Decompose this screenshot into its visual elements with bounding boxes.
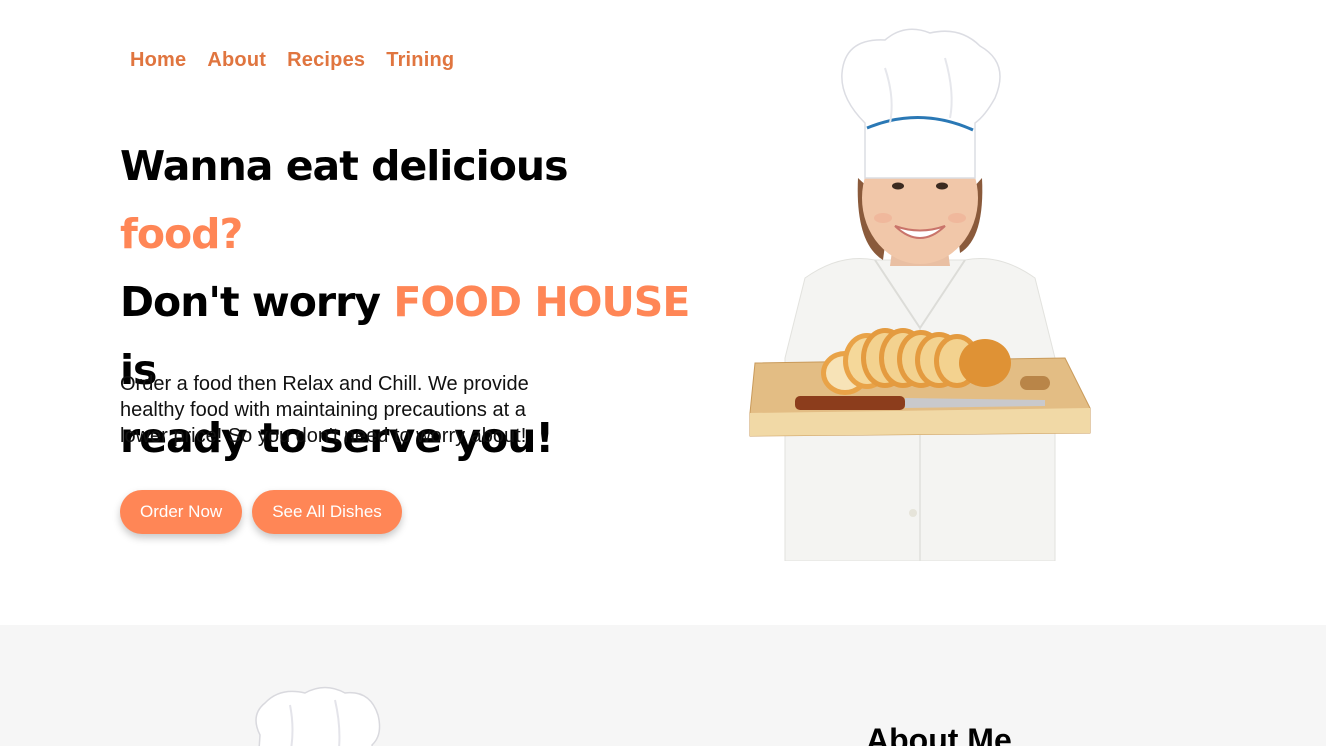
- about-title: About Me: [866, 722, 1012, 746]
- page: Home About Recipes Trining Wanna eat del…: [0, 0, 1326, 746]
- chef-hat-image: [255, 686, 381, 746]
- chef-holding-bread-image: [749, 28, 1091, 561]
- hero-description: Order a food then Relax and Chill. We pr…: [120, 373, 529, 447]
- nav-training-link[interactable]: Trining: [386, 49, 454, 72]
- hero-buttons: Order Now See All Dishes: [120, 490, 402, 534]
- see-all-dishes-button[interactable]: See All Dishes: [252, 490, 402, 534]
- headline-line1: Wanna eat delicious food?: [120, 142, 568, 258]
- nav-about-link[interactable]: About: [207, 49, 266, 72]
- nav-recipes-link[interactable]: Recipes: [287, 49, 365, 72]
- headline-accent-food: food?: [120, 210, 243, 258]
- nav-home-link[interactable]: Home: [130, 49, 186, 72]
- headline-accent-brand: FOOD HOUSE: [393, 278, 690, 326]
- order-now-button[interactable]: Order Now: [120, 490, 243, 534]
- about-section: About Me: [0, 625, 1326, 746]
- main-nav: Home About Recipes Trining: [130, 49, 454, 72]
